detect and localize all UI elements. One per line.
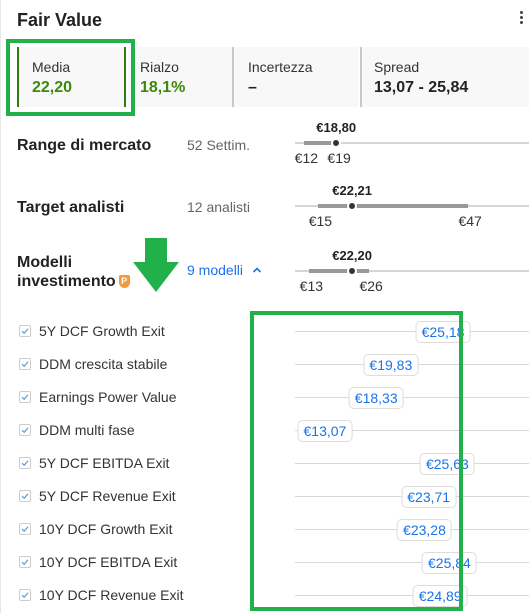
range-high-label: €19 — [327, 150, 351, 166]
range-fill — [318, 204, 469, 208]
model-checkbox[interactable] — [19, 556, 31, 568]
model-row: 10Y DCF EBITDA Exit €25,84 — [0, 546, 529, 579]
model-name: 10Y DCF EBITDA Exit — [39, 554, 178, 570]
models-count-label: 9 modelli — [187, 262, 244, 278]
model-row: 5Y DCF Growth Exit €25,18 — [0, 315, 529, 348]
range-current-label: €18,80 — [316, 120, 357, 135]
range-current-marker — [331, 138, 342, 148]
model-checkbox[interactable] — [19, 523, 31, 535]
checkmark-icon — [21, 493, 29, 500]
model-checkbox[interactable] — [19, 490, 31, 502]
tile-media[interactable]: Media 22,20 — [17, 47, 126, 107]
range-current-label: €22,21 — [332, 183, 373, 198]
range-low-label: €15 — [308, 213, 333, 229]
model-checkbox[interactable] — [19, 391, 31, 403]
range-high-label: €26 — [359, 278, 383, 294]
model-row: 10Y DCF Revenue Exit €24,89 — [0, 579, 529, 612]
analyst-target-bar: €22,21 €15 €47 — [295, 181, 529, 241]
tile-incertezza[interactable]: Incertezza – — [232, 47, 358, 107]
model-track — [295, 397, 529, 398]
model-name: DDM multi fase — [39, 422, 135, 438]
model-checkbox[interactable] — [19, 589, 31, 601]
market-range-subtitle: 52 Settim. — [187, 137, 251, 153]
model-row: Earnings Power Value €18,33 — [0, 381, 529, 414]
model-name: DDM crescita stabile — [39, 356, 168, 372]
model-value-pill[interactable]: €13,07 — [297, 420, 353, 442]
checkmark-icon — [21, 328, 29, 335]
fair-value-tiles: Media 22,20 Rialzo 18,1% Incertezza – Sp… — [17, 47, 529, 107]
tile-value: 13,07 - 25,84 — [374, 79, 469, 96]
model-value-pill[interactable]: €18,33 — [348, 387, 404, 409]
tile-label: Rialzo — [140, 59, 179, 75]
title-line1: Modelli — [17, 254, 73, 271]
tile-spread[interactable]: Spread 13,07 - 25,84 — [360, 47, 529, 107]
tile-label: Incertezza — [248, 59, 313, 75]
model-track — [295, 331, 529, 332]
model-name: 5Y DCF Growth Exit — [39, 323, 165, 339]
checkmark-icon — [21, 559, 29, 566]
tile-value: 18,1% — [140, 79, 186, 96]
chevron-up-icon — [252, 267, 261, 273]
model-name: 5Y DCF Revenue Exit — [39, 488, 176, 504]
tile-value: – — [248, 79, 257, 96]
tile-label: Media — [32, 59, 71, 75]
kebab-menu-icon[interactable] — [520, 11, 524, 27]
model-checkbox[interactable] — [19, 424, 31, 436]
investment-models-bar: €22,20 €13 €26 — [295, 246, 529, 306]
range-current-marker — [347, 266, 358, 276]
model-track — [295, 562, 529, 563]
model-checkbox[interactable] — [19, 358, 31, 370]
range-current-label: €22,20 — [332, 248, 372, 263]
model-name: Earnings Power Value — [39, 389, 177, 405]
model-checkbox[interactable] — [19, 325, 31, 337]
model-track — [295, 463, 529, 464]
models-toggle-link[interactable]: 9 modelli — [187, 262, 262, 278]
checkmark-icon — [21, 361, 29, 368]
model-value-pill[interactable]: €23,28 — [397, 519, 452, 541]
model-row: 5Y DCF EBITDA Exit €25,63 — [0, 447, 529, 480]
checkmark-icon — [21, 394, 29, 401]
model-value-pill[interactable]: €25,18 — [415, 321, 471, 343]
tile-rialzo[interactable]: Rialzo 18,1% — [128, 47, 232, 107]
panel-title: Fair Value — [17, 10, 103, 30]
model-row: DDM multi fase €13,07 — [0, 414, 529, 447]
model-name: 5Y DCF EBITDA Exit — [39, 455, 170, 471]
checkmark-icon — [21, 460, 29, 467]
checkmark-icon — [21, 526, 29, 533]
range-low-label: €13 — [299, 278, 324, 294]
model-row: 10Y DCF Growth Exit €23,28 — [0, 513, 529, 546]
checkmark-icon — [21, 427, 29, 434]
model-value-pill[interactable]: €25,84 — [422, 552, 477, 574]
range-low-label: €12 — [294, 150, 319, 166]
tile-label: Spread — [374, 59, 420, 75]
model-row: 5Y DCF Revenue Exit €23,71 — [0, 480, 529, 513]
model-value-pill[interactable]: €23,71 — [401, 486, 457, 508]
range-current-marker — [347, 201, 358, 211]
model-name: 10Y DCF Growth Exit — [39, 521, 173, 537]
checkmark-icon — [21, 592, 29, 599]
model-row: DDM crescita stabile €19,83 — [0, 348, 529, 381]
range-fill — [309, 269, 370, 273]
down-arrow-annotation-icon — [133, 238, 179, 292]
model-name: 10Y DCF Revenue Exit — [39, 587, 184, 603]
market-range-bar: €18,80 €12 €19 — [295, 118, 529, 178]
investment-models-title: Modelli investimento P — [17, 253, 130, 291]
range-high-label: €47 — [458, 213, 482, 229]
tile-value: 22,20 — [32, 79, 73, 96]
analyst-target-subtitle: 12 analisti — [187, 199, 251, 215]
pro-badge-icon: P — [118, 275, 130, 288]
market-range-title: Range di mercato — [17, 137, 152, 154]
title-line2: investimento — [17, 273, 116, 290]
model-value-pill[interactable]: €24,89 — [412, 585, 468, 607]
model-value-pill[interactable]: €19,83 — [363, 354, 419, 376]
model-value-pill[interactable]: €25,63 — [419, 453, 475, 475]
analyst-target-title: Target analisti — [17, 199, 125, 216]
model-checkbox[interactable] — [19, 457, 31, 469]
